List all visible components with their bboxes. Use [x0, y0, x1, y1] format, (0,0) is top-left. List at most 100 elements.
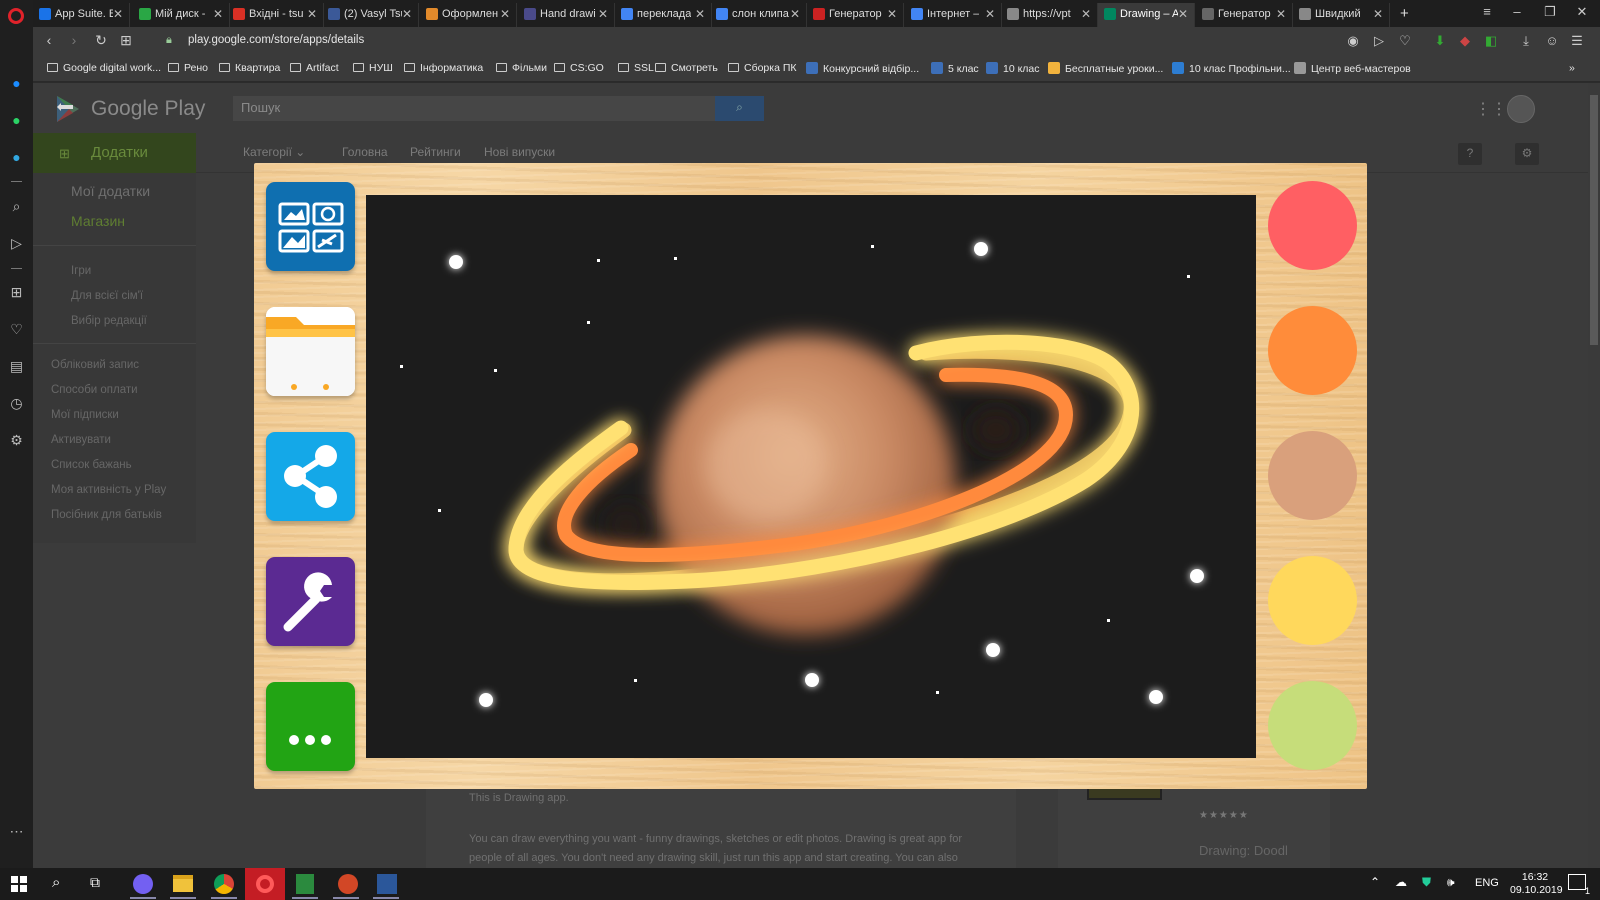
drawing-app-screenshot[interactable]	[254, 163, 1367, 789]
sidebar-item-parent-guide[interactable]: Посібник для батьків	[51, 509, 162, 521]
bookmark-item[interactable]: SSL	[618, 62, 654, 74]
tab-close-icon[interactable]: ✕	[213, 7, 223, 21]
tab-close-icon[interactable]: ✕	[887, 7, 897, 21]
scrollbar-thumb[interactable]	[1590, 95, 1598, 345]
onedrive-icon[interactable]: ☁	[1395, 875, 1407, 889]
tab-12[interactable]: Генератор ✕	[1196, 3, 1293, 27]
play-logo-icon[interactable]	[55, 95, 81, 123]
new-tab-button[interactable]: +	[1394, 3, 1418, 27]
sidebar-item-editors-choice[interactable]: Вибір редакції	[71, 315, 147, 327]
more-dots-icon[interactable]: ⋯	[7, 822, 26, 841]
tab-close-icon[interactable]: ✕	[1373, 7, 1383, 21]
search-icon[interactable]: ⌕	[52, 874, 60, 891]
settings-button[interactable]	[266, 557, 355, 646]
tab-apps[interactable]: ⊞ Додатки	[33, 133, 196, 173]
tabs-grid-icon[interactable]: ⊞	[117, 32, 135, 49]
powerpoint-icon[interactable]	[338, 874, 358, 894]
volume-icon[interactable]: 🕪︎	[1447, 875, 1455, 890]
sidebar-item-store[interactable]: Магазин	[71, 213, 125, 229]
tray-chevron-icon[interactable]: ⌃	[1370, 875, 1380, 889]
more-button[interactable]	[266, 682, 355, 771]
tab-close-icon[interactable]: ✕	[402, 7, 412, 21]
play-icon[interactable]: ▷	[1370, 33, 1388, 49]
bookmark-item[interactable]: Смотреть	[655, 62, 718, 74]
sidebar-item-redeem[interactable]: Активувати	[51, 434, 111, 446]
play-brand[interactable]: Google Play	[91, 97, 205, 121]
viber-icon[interactable]	[133, 874, 153, 894]
tab-5[interactable]: Hand drawi ✕	[518, 3, 615, 27]
spreadsheet-icon[interactable]	[296, 874, 314, 894]
sidebar-item-games[interactable]: Ігри	[71, 265, 91, 277]
play-search-input[interactable]: Пошук	[233, 96, 715, 121]
nav-charts[interactable]: Рейтинги	[410, 145, 461, 159]
sidebar-item-activity[interactable]: Моя активність у Play	[51, 484, 166, 496]
tab-menu-icon[interactable]: ≡	[1472, 4, 1502, 19]
security-icon[interactable]: ⛊	[1422, 875, 1431, 890]
tab-close-icon[interactable]: ✕	[1276, 7, 1286, 21]
url-field[interactable]: play.google.com/store/apps/details	[188, 34, 364, 46]
opera-taskbar-button[interactable]	[245, 868, 285, 900]
heart-icon[interactable]: ♡	[7, 320, 26, 339]
nav-home[interactable]: Головна	[342, 145, 388, 159]
close-window-icon[interactable]: ✕	[1567, 4, 1597, 20]
tab-1[interactable]: Мій диск - ✕	[133, 3, 230, 27]
color-swatch-red[interactable]	[1268, 181, 1357, 270]
similar-app-title[interactable]: Drawing: Doodl	[1199, 843, 1288, 858]
chrome-icon[interactable]	[214, 874, 234, 894]
bookmark-item[interactable]: 10 клас	[986, 62, 1040, 75]
download-icon[interactable]: ⤓	[1517, 33, 1535, 49]
restore-icon[interactable]: ❐	[1535, 4, 1565, 20]
bookmark-item[interactable]: Центр веб-мастеров	[1294, 62, 1411, 75]
tab-13[interactable]: Швидкий ✕	[1293, 3, 1390, 27]
play-search-button[interactable]: ⌕	[715, 96, 764, 121]
camera-icon[interactable]: ◉	[1344, 33, 1362, 49]
sidebar-item-wishlist[interactable]: Список бажань	[51, 459, 132, 471]
tab-3[interactable]: (2) Vasyl Tsu ✕	[322, 3, 419, 27]
nav-new-releases[interactable]: Нові випуски	[484, 145, 555, 159]
bookmark-item[interactable]: Artifact	[290, 62, 339, 74]
bookmark-item[interactable]: Квартира	[219, 62, 280, 74]
tab-close-icon[interactable]: ✕	[1081, 7, 1091, 21]
tab-9[interactable]: Інтернет – ✕	[905, 3, 1002, 27]
tab-6[interactable]: переклада ✕	[615, 3, 712, 27]
bookmark-item[interactable]: 5 клас	[931, 62, 979, 75]
tab-close-icon[interactable]: ✕	[500, 7, 510, 21]
opera-logo-icon[interactable]	[8, 8, 24, 24]
bookmark-heart-icon[interactable]: ♡	[1396, 33, 1414, 49]
help-button[interactable]: ?	[1458, 143, 1482, 165]
extension-icon[interactable]: ◆	[1456, 33, 1474, 49]
forward-icon[interactable]: ›	[65, 32, 83, 48]
nav-categories[interactable]: Категорії ⌄	[243, 145, 305, 159]
clock[interactable]: 16:32 09.10.2019	[1510, 871, 1563, 897]
sidebar-item-family[interactable]: Для всієї сім'ї	[71, 290, 143, 302]
windows-start-icon[interactable]	[11, 876, 27, 892]
gallery-button[interactable]	[266, 182, 355, 271]
minimize-icon[interactable]: –	[1502, 4, 1532, 19]
tab-0[interactable]: App Suite. B ✕	[33, 3, 130, 27]
bookmark-item[interactable]: 10 клас Профільни...	[1172, 62, 1291, 75]
more-bookmarks-button[interactable]: »	[1569, 62, 1575, 74]
gear-icon[interactable]: ⚙	[7, 431, 26, 450]
news-icon[interactable]: ▤	[7, 357, 26, 376]
sidebar-item-subscriptions[interactable]: Мої підписки	[51, 409, 119, 421]
extension-icon[interactable]: ⬇	[1431, 33, 1449, 49]
tab-4[interactable]: Оформлен ✕	[420, 3, 517, 27]
bookmark-item[interactable]: Рено	[168, 62, 208, 74]
word-icon[interactable]	[377, 874, 397, 894]
tab-close-icon[interactable]: ✕	[598, 7, 608, 21]
sidebar-item-account[interactable]: Обліковий запис	[51, 359, 139, 371]
tab-10[interactable]: https://vpt ✕	[1001, 3, 1098, 27]
color-swatch-lime[interactable]	[1268, 681, 1357, 770]
history-icon[interactable]: ◷	[7, 394, 26, 413]
bookmark-item[interactable]: Фільми	[496, 62, 547, 74]
notifications-icon[interactable]: 1	[1568, 874, 1590, 896]
back-icon[interactable]: ‹	[40, 32, 58, 48]
avatar[interactable]	[1507, 95, 1535, 123]
telegram-icon[interactable]: ●	[7, 147, 26, 166]
tab-close-icon[interactable]: ✕	[307, 7, 317, 21]
tab-2[interactable]: Вхідні - tsu ✕	[227, 3, 324, 27]
color-swatch-orange[interactable]	[1268, 306, 1357, 395]
tab-close-icon[interactable]: ✕	[113, 7, 123, 21]
speed-dial-icon[interactable]: ⊞	[7, 283, 26, 302]
file-explorer-icon[interactable]	[173, 875, 193, 892]
